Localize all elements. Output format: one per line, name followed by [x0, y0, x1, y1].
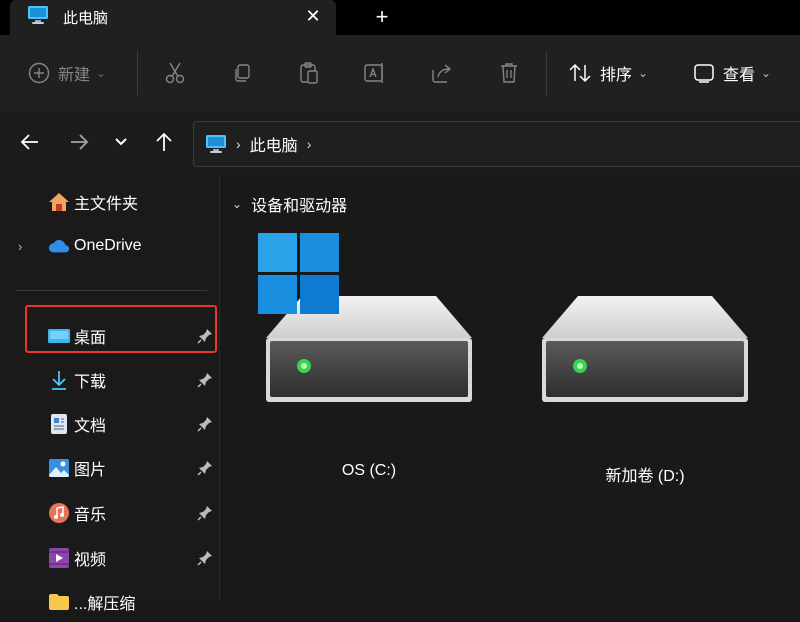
sidebar-item-label: 主文件夹 — [74, 196, 139, 213]
breadcrumb[interactable]: 此电脑 — [250, 132, 298, 156]
drive-name: OS (C:) — [341, 462, 397, 479]
tab-title: 此电脑 — [63, 10, 109, 27]
view-label: 查看 — [723, 67, 756, 84]
sidebar-item-label: 视频 — [74, 552, 107, 569]
desktop-icon — [48, 325, 70, 347]
chevron-right-icon[interactable]: › — [307, 136, 312, 152]
chevron-down-icon: ⌄ — [96, 66, 107, 80]
pin-icon[interactable] — [196, 327, 214, 345]
arrow-left-icon — [20, 134, 38, 150]
pin-icon[interactable] — [196, 415, 214, 433]
chevron-down-icon: ⌄ — [638, 66, 649, 80]
sidebar-divider — [15, 290, 207, 291]
pin-icon[interactable] — [196, 371, 214, 389]
pin-icon[interactable] — [196, 504, 214, 522]
sidebar-item-desktop[interactable]: 桌面 — [0, 316, 219, 356]
pin-icon[interactable] — [196, 459, 214, 477]
sort-icon — [569, 63, 591, 83]
delete-icon — [501, 63, 517, 83]
rename-icon — [364, 63, 383, 83]
sort-button[interactable]: 排序 ⌄ — [568, 51, 648, 95]
cut-icon — [165, 62, 185, 84]
sidebar-item-home[interactable]: 主文件夹 — [0, 182, 219, 222]
document-icon — [48, 413, 70, 435]
sidebar-item-label: 音乐 — [74, 507, 107, 524]
rename-button[interactable] — [360, 51, 390, 95]
drive-name: 新加卷 (D:) — [605, 468, 685, 485]
cloud-icon — [48, 235, 70, 257]
sidebar-item-label: OneDrive — [74, 237, 142, 254]
command-bar: 新建 ⌄ 排序 ⌄ 查看 ⌄ — [0, 35, 800, 112]
chevron-down-icon — [115, 138, 127, 146]
navigation-pane: 主文件夹 › OneDrive 桌面 下载 文档 图片 音乐 视频 ...解压缩 — [0, 176, 220, 613]
music-icon — [48, 502, 70, 524]
sidebar-item-label: 下载 — [74, 374, 107, 391]
hard-drive-icon — [542, 296, 748, 402]
title-bar: 此电脑 ✕ + — [0, 0, 800, 35]
sidebar-item-videos[interactable]: 视频 — [0, 538, 219, 578]
close-icon[interactable]: ✕ — [300, 3, 326, 29]
share-button[interactable] — [427, 51, 457, 95]
toolbar-divider — [546, 51, 547, 95]
copy-button[interactable] — [227, 51, 257, 95]
sidebar-item-extract[interactable]: ...解压缩 — [0, 582, 219, 622]
add-circle-icon — [28, 62, 50, 84]
video-icon — [48, 547, 70, 569]
forward-button[interactable] — [62, 125, 96, 159]
plus-icon[interactable]: + — [368, 3, 396, 31]
sidebar-item-label: 图片 — [74, 462, 107, 479]
view-icon — [694, 64, 714, 83]
monitor-icon — [205, 134, 227, 154]
drive-tile[interactable]: OS (C:) — [220, 176, 510, 599]
file-view: ⌄ 设备和驱动器 OS (C:) 新加卷 (D:) — [220, 176, 800, 599]
sidebar-item-label: 桌面 — [74, 330, 107, 347]
paste-button[interactable] — [294, 51, 324, 95]
view-button[interactable]: 查看 ⌄ — [693, 51, 771, 95]
new-button[interactable]: 新建 ⌄ — [28, 51, 106, 95]
new-button-label: 新建 — [58, 67, 91, 84]
navigation-bar: › 此电脑 › — [0, 111, 800, 176]
back-button[interactable] — [13, 125, 47, 159]
arrow-up-icon — [156, 132, 172, 151]
tab-this-pc[interactable]: 此电脑 ✕ — [10, 0, 336, 35]
sidebar-item-onedrive[interactable]: › OneDrive — [0, 226, 219, 266]
chevron-right-icon[interactable]: › — [18, 239, 22, 254]
chevron-right-icon: › — [236, 136, 241, 152]
up-button[interactable] — [147, 125, 181, 159]
toolbar-divider — [137, 51, 138, 95]
recent-locations-button[interactable] — [104, 125, 138, 159]
sidebar-item-label: ...解压缩 — [74, 596, 136, 613]
folder-icon — [48, 591, 70, 613]
paste-icon — [300, 62, 318, 84]
share-icon — [432, 64, 452, 83]
windows-logo-icon — [258, 233, 339, 314]
home-icon — [48, 191, 70, 213]
address-bar[interactable]: › 此电脑 › — [193, 121, 800, 167]
sidebar-item-documents[interactable]: 文档 — [0, 404, 219, 444]
arrow-right-icon — [71, 134, 89, 150]
delete-button[interactable] — [494, 51, 524, 95]
sidebar-item-downloads[interactable]: 下载 — [0, 360, 219, 400]
sidebar-item-music[interactable]: 音乐 — [0, 493, 219, 533]
chevron-down-icon: ⌄ — [761, 66, 772, 80]
sort-label: 排序 — [600, 67, 633, 84]
download-icon — [48, 369, 70, 391]
monitor-icon — [27, 5, 49, 30]
sidebar-item-pictures[interactable]: 图片 — [0, 448, 219, 488]
pin-icon[interactable] — [196, 549, 214, 567]
cut-button[interactable] — [160, 51, 190, 95]
sidebar-item-label: 文档 — [74, 418, 107, 435]
drive-tile[interactable]: 新加卷 (D:) — [520, 176, 780, 599]
picture-icon — [48, 457, 70, 479]
copy-icon — [235, 64, 250, 82]
